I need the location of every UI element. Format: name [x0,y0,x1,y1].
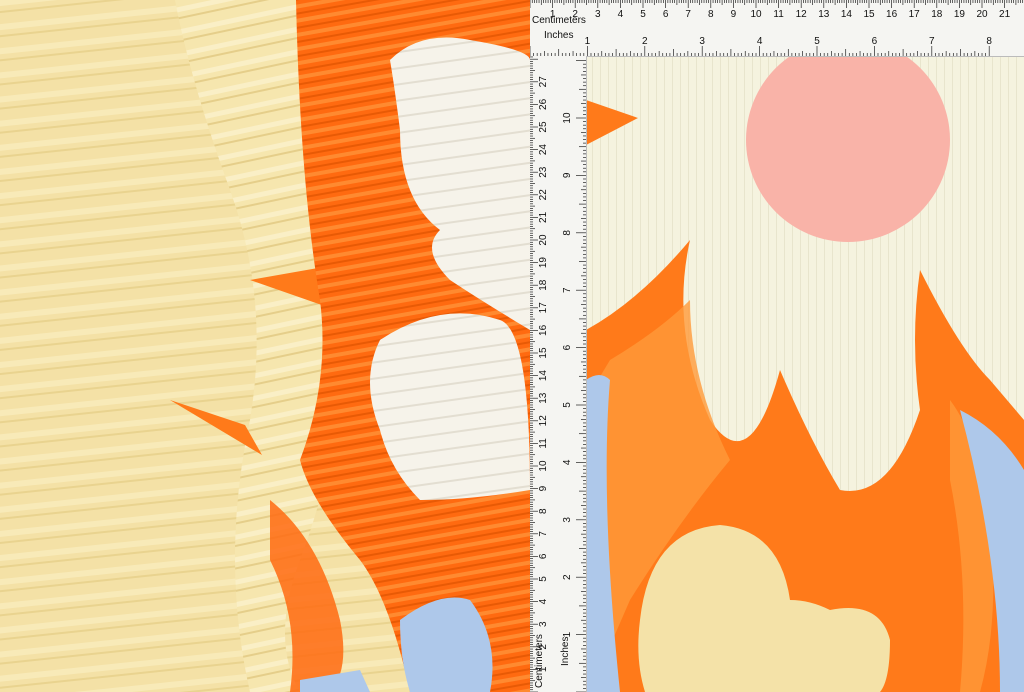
cm-tick-label: 22 [538,189,549,201]
cm-tick-label: 15 [538,347,549,359]
inch-tick-label: 10 [562,112,573,124]
cm-tick-label: 8 [538,508,549,514]
cm-tick-label: 13 [818,9,830,20]
cm-tick-label: 14 [538,370,549,382]
cm-tick-label: 11 [538,438,549,449]
cm-tick-label: 17 [538,302,549,314]
cm-tick-label: 18 [538,279,549,291]
cm-tick-label: 11 [773,9,784,20]
cm-tick-label: 16 [886,9,898,20]
cm-tick-label: 3 [595,9,601,20]
cm-tick-label: 21 [538,211,549,223]
cm-tick-label: 21 [999,9,1011,20]
cm-tick-label: 20 [976,9,988,20]
cm-tick-label: 24 [538,144,549,156]
cm-tick-label: 10 [538,460,549,472]
cm-tick-label: 23 [538,166,549,178]
inches-label-vertical: Inches [560,636,571,666]
draped-fabric-art [0,0,530,692]
inch-tick-label: 2 [562,574,573,580]
inch-tick-label: 5 [562,402,573,408]
cm-tick-label: 26 [538,98,549,110]
cm-tick-label: 3 [538,621,549,627]
inch-tick-label: 5 [814,36,820,47]
cm-tick-label: 8 [708,9,714,20]
inch-tick-label: 8 [562,230,573,236]
cm-tick-label: 7 [538,531,549,537]
cm-tick-label: 5 [640,9,646,20]
cm-tick-label: 13 [538,392,549,404]
flat-swatch-photo: 1 2 3 4 5 6 7 8 9 10 11 12 13 14 15 16 17 18 19 20 21 1 2 3 4 5 6 7… [530,0,1024,692]
inch-tick-label: 6 [562,344,573,350]
cm-tick-label: 9 [731,9,737,20]
pink-circle [746,38,950,242]
cm-tick-label: 10 [750,9,762,20]
draped-fabric-photo [0,0,530,692]
flat-swatch-art [530,0,1024,692]
cm-tick-label: 12 [538,415,549,427]
cm-tick-label: 6 [663,9,669,20]
inch-tick-label: 3 [699,36,705,47]
left-ruler-ticks: 1234567891011121314151617181920212223242… [530,56,586,692]
cm-tick-label: 27 [538,76,549,88]
inch-tick-label: 3 [562,517,573,523]
cm-tick-label: 16 [538,324,549,336]
cm-label-vertical: Centimeters [534,634,545,688]
cm-tick-label: 20 [538,234,549,246]
cm-tick-label: 12 [796,9,808,20]
inch-tick-label: 2 [642,36,648,47]
cm-tick-label: 19 [954,9,966,20]
top-ruler-ticks: 1 2 3 4 5 6 7 8 9 10 11 12 13 14 15 16 17 18 19 20 211 2 3 4 5 6 7… [530,0,1024,56]
cm-tick-label: 4 [538,598,549,604]
cm-tick-label: 25 [538,121,549,133]
cm-tick-label: 6 [538,553,549,559]
inch-tick-label: 7 [562,287,573,293]
cm-tick-label: 4 [618,9,624,20]
photo-composite: 1 2 3 4 5 6 7 8 9 10 11 12 13 14 15 16 17 18 19 20 21 1 2 3 4 5 6 7… [0,0,1024,692]
cm-label: Centimeters [532,15,586,26]
cm-tick-label: 19 [538,257,549,269]
inches-label: Inches [544,30,574,41]
inch-tick-label: 9 [562,172,573,178]
inch-tick-label: 6 [872,36,878,47]
inch-tick-label: 7 [929,36,935,47]
inch-tick-label: 8 [986,36,992,47]
cm-tick-label: 7 [685,9,691,20]
inch-tick-label: 1 [585,36,591,47]
top-ruler: 1 2 3 4 5 6 7 8 9 10 11 12 13 14 15 16 17 18 19 20 21 1 2 3 4 5 6 7… [530,0,1024,57]
cm-tick-label: 15 [863,9,875,20]
cm-tick-label: 18 [931,9,943,20]
inch-tick-label: 4 [562,459,573,465]
cm-tick-label: 9 [538,485,549,491]
cm-tick-label: 14 [841,9,853,20]
cm-tick-label: 17 [909,9,921,20]
left-ruler: 1 2 3 4 5 6 7 8 9 10 11 12 13 14 15 16 17 18 19 20 21 22 23 24 2… [530,56,587,692]
cm-tick-label: 5 [538,576,549,582]
inch-tick-label: 4 [757,36,763,47]
